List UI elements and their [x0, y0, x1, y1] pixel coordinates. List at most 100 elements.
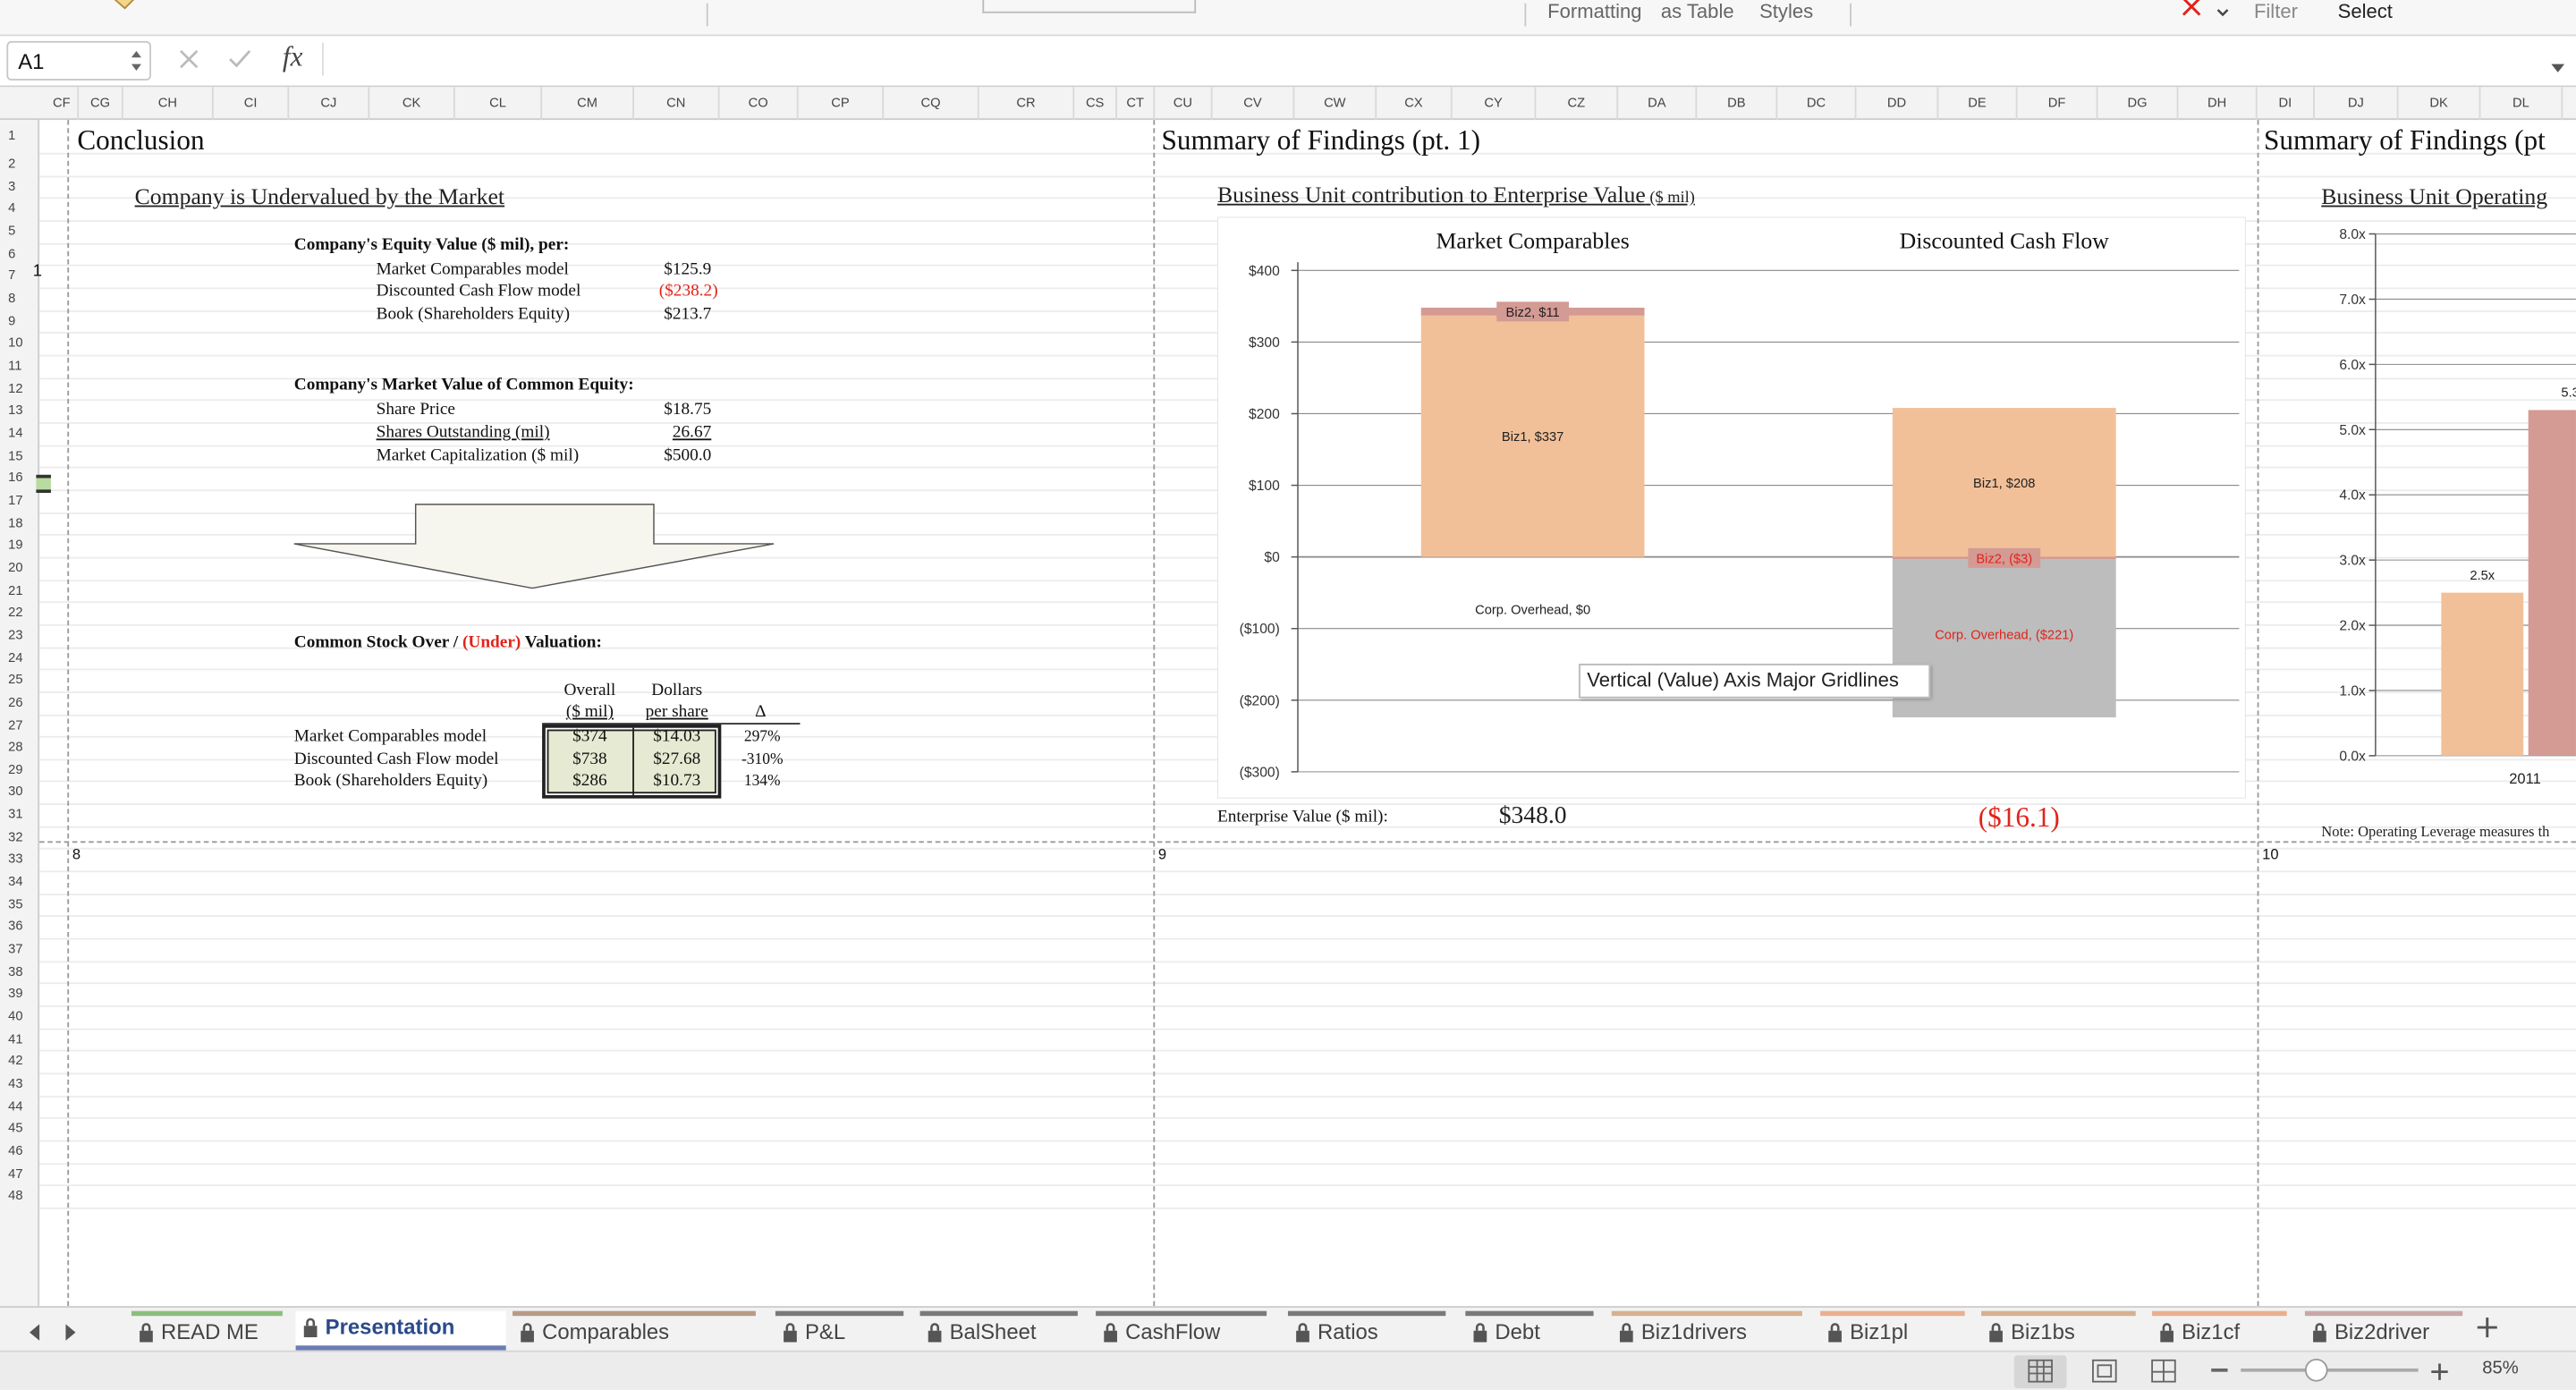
row-header[interactable]: 22 [0, 602, 36, 624]
row-header[interactable]: 33 [0, 849, 36, 871]
row-header[interactable]: 43 [0, 1072, 36, 1095]
leverage-chart[interactable]: 8.0x 7.0x 6.0x 5.0x 4.0x 3.0x 2.0x 1.0x 0.0x 2.5x… [2321, 216, 2576, 798]
row-header[interactable]: 24 [0, 647, 36, 669]
sheet-tab[interactable]: Comparables [513, 1310, 756, 1351]
column-header[interactable]: CH [123, 87, 214, 121]
row-header[interactable]: 7 [0, 265, 36, 287]
column-header[interactable]: DK [2399, 87, 2481, 121]
column-header[interactable]: CM [542, 87, 634, 121]
normal-view-icon[interactable] [2013, 1355, 2067, 1389]
row-header[interactable]: 15 [0, 445, 36, 467]
row-header[interactable]: 36 [0, 916, 36, 938]
sheet-tab[interactable]: Biz1pl [1820, 1310, 1965, 1351]
column-header[interactable]: CR [979, 87, 1075, 121]
row-header[interactable]: 3 [0, 175, 36, 198]
function-icon[interactable]: fx [283, 41, 303, 74]
conditional-formatting-label[interactable]: Formatting [1547, 0, 1641, 23]
column-header[interactable]: CO [719, 87, 799, 121]
row-header[interactable]: 19 [0, 534, 36, 556]
column-header[interactable]: CJ [289, 87, 370, 121]
column-header[interactable]: DI [2258, 87, 2315, 121]
sheet-tab[interactable]: Biz1cf [2152, 1310, 2287, 1351]
column-header[interactable]: DH [2178, 87, 2258, 121]
row-header[interactable]: 20 [0, 556, 36, 579]
row-header[interactable]: 41 [0, 1028, 36, 1050]
row-header[interactable]: 14 [0, 422, 36, 445]
row-header[interactable]: 25 [0, 669, 36, 691]
row-header[interactable]: 35 [0, 894, 36, 916]
column-header[interactable]: DA [1618, 87, 1698, 121]
row-header[interactable]: 12 [0, 377, 36, 400]
column-header[interactable]: CZ [1536, 87, 1619, 121]
filter-label[interactable]: Filter [2254, 0, 2298, 23]
column-header[interactable]: CK [369, 87, 455, 121]
column-header[interactable]: CW [1294, 87, 1377, 121]
column-header[interactable]: DG [2097, 87, 2179, 121]
stepper-icon[interactable] [130, 46, 143, 75]
row-header[interactable]: 26 [0, 691, 36, 714]
column-header[interactable]: CL [455, 87, 543, 121]
row-header[interactable]: 44 [0, 1096, 36, 1118]
column-header[interactable]: DB [1697, 87, 1778, 121]
cancel-icon[interactable] [177, 47, 200, 71]
sheet-tab[interactable]: Ratios [1287, 1310, 1446, 1351]
sheet-tab[interactable]: READ ME [131, 1310, 283, 1351]
sheet-tab[interactable]: BalSheet [919, 1310, 1078, 1351]
row-header[interactable]: 8 [0, 287, 36, 309]
column-header[interactable]: DF [2017, 87, 2098, 121]
row-header[interactable]: 5 [0, 220, 36, 242]
column-header[interactable]: DE [1938, 87, 2018, 121]
row-header[interactable]: 28 [0, 736, 36, 759]
column-header[interactable]: CF [46, 87, 80, 121]
row-header[interactable]: 47 [0, 1163, 36, 1185]
column-header[interactable]: DJ [2315, 87, 2399, 121]
column-header[interactable]: DD [1856, 87, 1939, 121]
zoom-in-icon[interactable] [2429, 1360, 2449, 1380]
row-header[interactable]: 45 [0, 1118, 36, 1140]
row-header[interactable]: 39 [0, 983, 36, 1005]
sheet-tab[interactable]: Biz1bs [1981, 1310, 2136, 1351]
row-header[interactable]: 1 [0, 120, 36, 153]
row-header[interactable]: 21 [0, 579, 36, 601]
zoom-level[interactable]: 85% [2482, 1359, 2518, 1378]
column-header[interactable]: CT [1117, 87, 1156, 121]
cell-styles-label[interactable]: Styles [1759, 0, 1813, 23]
zoom-slider-track[interactable] [2241, 1368, 2419, 1372]
expand-formula-icon[interactable] [2550, 55, 2566, 72]
row-header[interactable]: 11 [0, 355, 36, 377]
zoom-out-icon[interactable] [2211, 1368, 2228, 1372]
column-header[interactable]: DL [2480, 87, 2563, 121]
page-layout-view-icon[interactable] [2087, 1355, 2123, 1388]
chevron-down-icon[interactable] [2215, 0, 2231, 17]
row-header[interactable]: 23 [0, 624, 36, 647]
column-header[interactable]: CV [1212, 87, 1295, 121]
select-label[interactable]: Select [2338, 0, 2393, 23]
column-header[interactable]: CQ [884, 87, 979, 121]
row-header[interactable]: 10 [0, 333, 36, 355]
formula-input[interactable] [335, 46, 2521, 75]
next-sheet-icon[interactable] [63, 1321, 79, 1341]
row-header[interactable]: 37 [0, 938, 36, 961]
row-header[interactable]: 13 [0, 400, 36, 422]
sheet-tab[interactable]: Biz1drivers [1611, 1310, 1802, 1351]
row-header[interactable]: 2 [0, 153, 36, 175]
merge-center-button[interactable] [982, 0, 1197, 13]
column-header[interactable]: DC [1777, 87, 1857, 121]
row-header[interactable]: 16 [0, 467, 36, 489]
confirm-icon[interactable] [226, 47, 252, 71]
row-header[interactable]: 9 [0, 309, 36, 332]
column-header[interactable]: CS [1074, 87, 1117, 121]
sheet-tab[interactable]: Presentation [295, 1310, 506, 1351]
row-header[interactable]: 31 [0, 803, 36, 826]
column-header[interactable]: CU [1155, 87, 1213, 121]
column-header[interactable]: CI [214, 87, 290, 121]
row-header[interactable]: 34 [0, 871, 36, 894]
column-header[interactable]: CN [634, 87, 720, 121]
row-header[interactable]: 46 [0, 1140, 36, 1163]
column-header[interactable]: CY [1453, 87, 1537, 121]
column-header[interactable]: CX [1377, 87, 1453, 121]
clear-icon[interactable] [2178, 0, 2204, 21]
column-header[interactable]: CG [79, 87, 123, 121]
row-header[interactable]: 48 [0, 1185, 36, 1208]
row-header[interactable]: 30 [0, 781, 36, 803]
